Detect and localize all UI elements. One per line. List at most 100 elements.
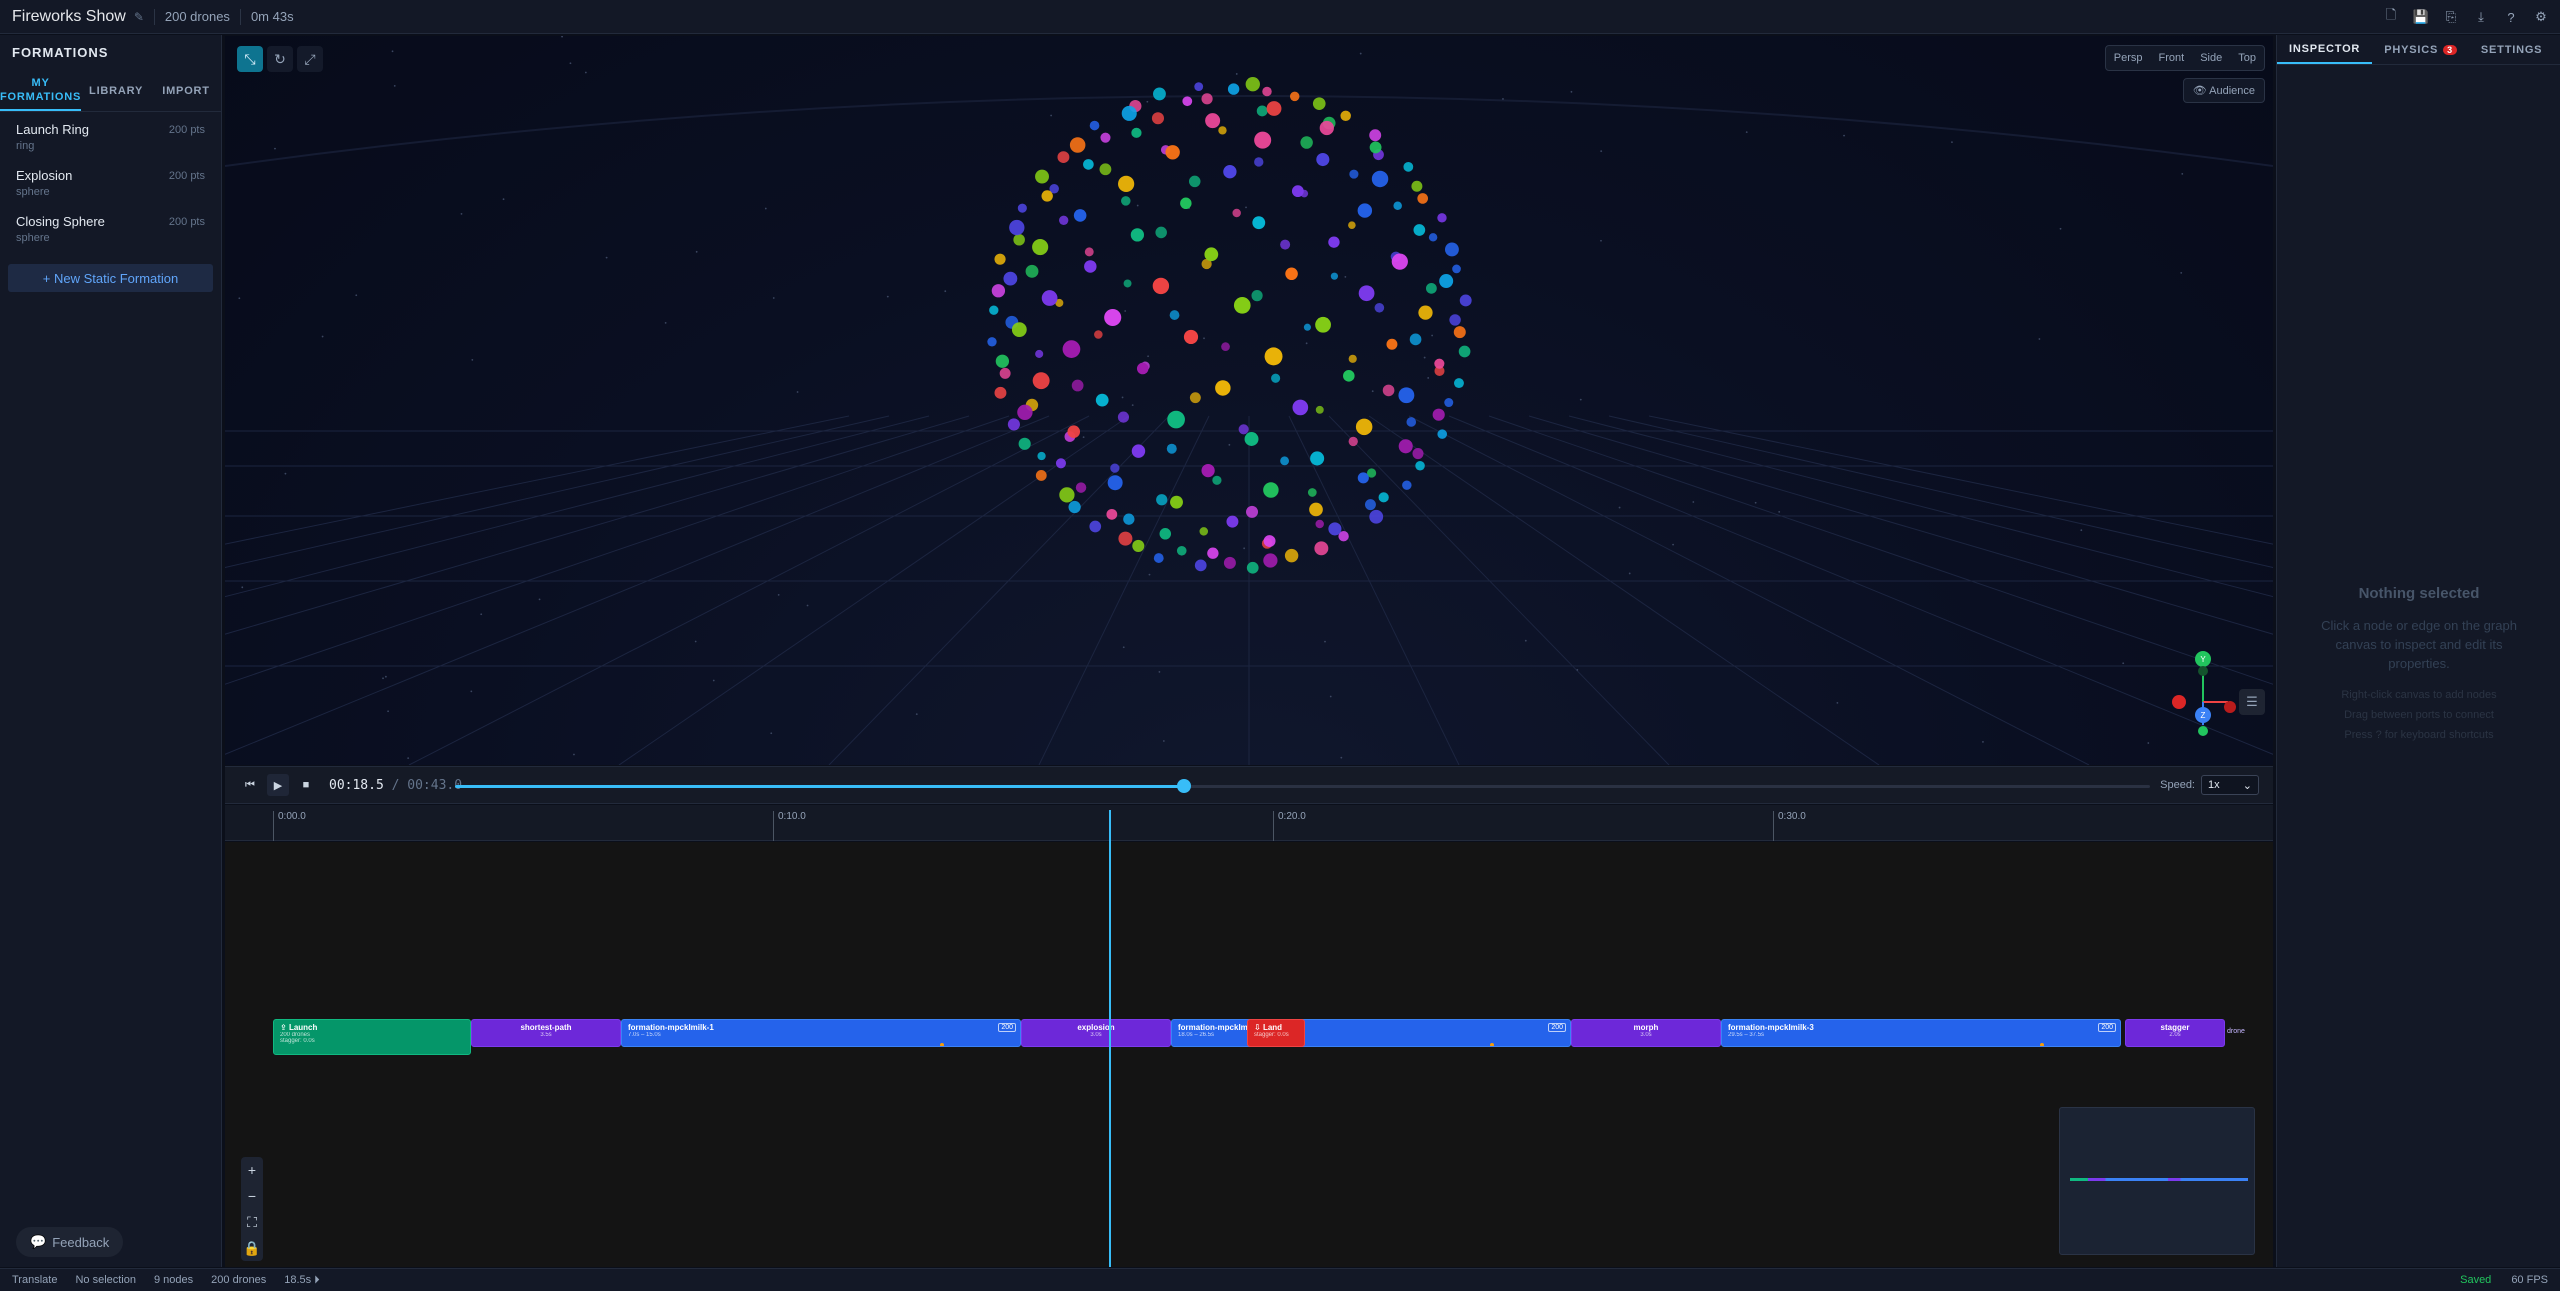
view-side[interactable]: Side <box>2192 46 2230 70</box>
star-field <box>238 36 2184 760</box>
tick-label: 0:00.0 <box>273 811 306 841</box>
export-icon[interactable]: ⎘ <box>2440 6 2462 28</box>
minimap-track <box>2070 1178 2248 1181</box>
edit-icon[interactable]: ✎ <box>134 10 144 24</box>
scrubber[interactable] <box>455 779 2150 793</box>
settings-icon[interactable]: ⚙ <box>2530 6 2552 28</box>
tab-inspector[interactable]: INSPECTOR <box>2277 35 2373 64</box>
drone-point <box>1227 83 1240 95</box>
status-nodes: 9 nodes <box>154 1274 194 1286</box>
horizon-arc <box>225 95 2273 167</box>
drone-point <box>1349 169 1359 179</box>
clip-formation-3[interactable]: formation-mpcklmilk-3 29.5s – 37.5s 200 <box>1721 1019 2121 1047</box>
physics-warning-badge: 3 <box>2443 44 2457 55</box>
tab-library[interactable]: LIBRARY <box>81 70 151 111</box>
playhead[interactable] <box>1109 810 1111 1267</box>
clip-transition-shortest-path[interactable]: shortest-path 3.5s <box>471 1019 621 1047</box>
drone-point <box>1238 424 1249 435</box>
timeline-canvas[interactable]: ⇪ Launch 200 drones stagger: 0.0s shorte… <box>225 842 2273 1267</box>
grid-line <box>1368 415 1880 765</box>
axis-gizmo[interactable]: Y Z <box>2163 647 2243 747</box>
drone-point <box>1398 439 1413 454</box>
view-switcher: Persp Front Side Top <box>2104 45 2265 71</box>
drone-point <box>1176 545 1187 556</box>
star <box>1162 740 1165 742</box>
skip-back-icon[interactable]: ⏮ <box>239 774 261 796</box>
drone-point <box>1073 209 1087 222</box>
tab-settings[interactable]: SETTINGS <box>2469 35 2554 64</box>
tick-label: 0:20.0 <box>1273 811 1306 841</box>
drone-point <box>1391 253 1408 270</box>
drone-point <box>1271 373 1281 383</box>
tab-import[interactable]: IMPORT <box>151 70 221 111</box>
project-title[interactable]: Fireworks Show <box>12 8 126 26</box>
save-icon[interactable]: 💾 <box>2410 6 2432 28</box>
empty-text: Click a node or edge on the graph canvas… <box>2321 618 2517 671</box>
star <box>1982 741 1984 743</box>
drone-point <box>1319 120 1334 136</box>
clip-transition-morph[interactable]: morph 3.0s <box>1571 1019 1721 1047</box>
tab-ai[interactable]: AI <box>2554 35 2560 64</box>
drone-point <box>1153 553 1164 563</box>
empty-title: Nothing selected <box>2358 585 2480 602</box>
keyframe-marker[interactable] <box>2040 1043 2044 1046</box>
lock-icon[interactable]: 🔒 <box>243 1235 260 1261</box>
drone-point <box>1254 157 1264 167</box>
drone-point <box>1215 380 1231 396</box>
drone-point <box>1371 170 1389 188</box>
scrubber-handle[interactable] <box>1176 779 1191 793</box>
scale-tool-icon[interactable]: ⤢ <box>297 46 323 72</box>
drone-point <box>1453 326 1466 339</box>
formation-list: Launch Ring ring 200 pts Explosion spher… <box>0 112 221 258</box>
stop-icon[interactable]: ■ <box>295 774 317 796</box>
view-persp[interactable]: Persp <box>2106 46 2151 70</box>
new-static-formation-button[interactable]: + New Static Formation <box>8 264 213 292</box>
fit-view-icon[interactable]: ⛶ <box>247 1209 257 1235</box>
drone-point <box>1432 408 1445 421</box>
clip-launch[interactable]: ⇪ Launch 200 drones stagger: 0.0s <box>273 1019 471 1055</box>
layers-icon[interactable]: ☰ <box>2239 689 2265 715</box>
star <box>1672 543 1674 546</box>
keyframe-marker[interactable] <box>1490 1043 1494 1046</box>
star <box>407 757 410 760</box>
speed-select[interactable]: 1x ⌄ <box>2201 775 2259 795</box>
formation-points: 200 pts <box>168 124 205 136</box>
play-icon[interactable]: ▶ <box>267 774 289 796</box>
clip-name: shortest-path <box>520 1023 572 1032</box>
view-top[interactable]: Top <box>2230 46 2264 70</box>
rotate-tool-icon[interactable]: ↻ <box>267 46 293 72</box>
drone-point <box>1315 405 1324 414</box>
formation-item-launch-ring[interactable]: Launch Ring ring 200 pts <box>0 116 221 162</box>
tab-physics[interactable]: PHYSICS 3 <box>2372 35 2469 64</box>
help-icon[interactable]: ? <box>2500 6 2522 28</box>
view-front[interactable]: Front <box>2151 46 2193 70</box>
zoom-out-icon[interactable]: − <box>248 1183 256 1209</box>
keyframe-marker[interactable] <box>940 1043 944 1046</box>
drone-point <box>1131 127 1142 138</box>
drone-swarm <box>987 77 1472 574</box>
transport-bar: ⏮ ▶ ■ 00:18.5 / 00:43.0 Speed: 1x ⌄ <box>225 766 2273 804</box>
timeline-minimap[interactable] <box>2059 1107 2255 1255</box>
clip-formation-2[interactable]: formation-mpcklmilk-2 18.0s – 26.5s 200 <box>1171 1019 1571 1047</box>
clip-sub: 3.5s <box>540 1032 552 1038</box>
star <box>384 675 387 678</box>
zoom-in-icon[interactable]: + <box>248 1157 256 1183</box>
3d-viewport[interactable]: ⤡ ↻ ⤢ Persp Front Side Top 👁 Audience Y … <box>225 36 2273 765</box>
formation-points: 200 pts <box>168 216 205 228</box>
tab-my-formations[interactable]: MY FORMATIONS <box>0 70 82 111</box>
audience-button[interactable]: 👁 Audience <box>2182 78 2265 103</box>
grid-line <box>1288 415 1460 765</box>
clip-transition-explosion[interactable]: explosion 3.0s <box>1021 1019 1171 1047</box>
clip-formation-1[interactable]: formation-mpcklmilk-1 7.0s – 15.0s 200 <box>621 1019 1021 1047</box>
new-file-icon[interactable]: 🗋 <box>2380 6 2402 28</box>
timeline-ruler[interactable]: 0:00.0 0:10.0 0:20.0 0:30.0 <box>225 805 2273 841</box>
translate-tool-icon[interactable]: ⤡ <box>237 46 263 72</box>
download-icon[interactable]: ⤓ <box>2470 6 2492 28</box>
clip-transition-stagger[interactable]: stagger 2.0s <box>2125 1019 2225 1047</box>
formation-item-explosion[interactable]: Explosion sphere 200 pts <box>0 162 221 208</box>
clip-land[interactable]: ⇩ Land stagger: 0.0s <box>1247 1019 1305 1047</box>
star <box>321 335 324 338</box>
star <box>460 212 463 215</box>
formation-item-closing-sphere[interactable]: Closing Sphere sphere 200 pts <box>0 208 221 254</box>
feedback-button[interactable]: 💬 Feedback <box>16 1227 124 1257</box>
